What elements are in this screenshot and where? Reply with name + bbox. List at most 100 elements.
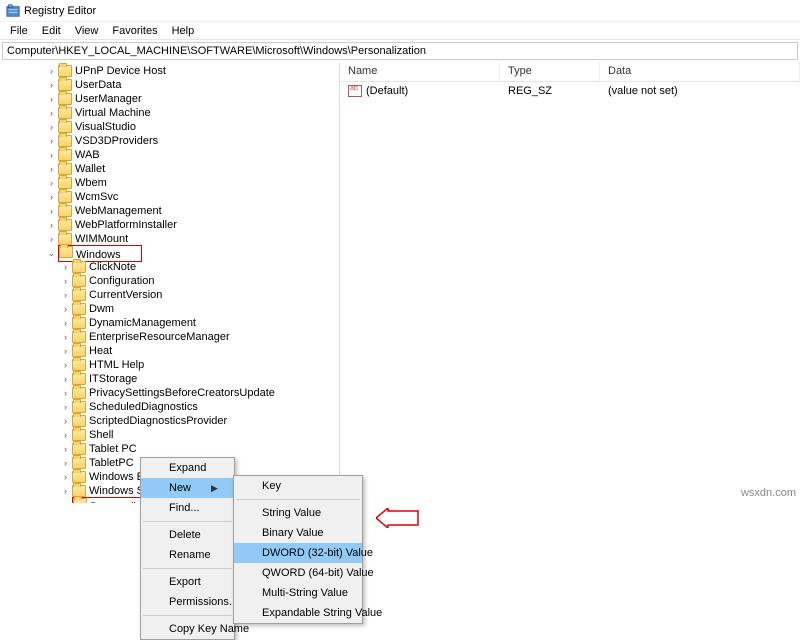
chevron-right-icon[interactable]: › xyxy=(60,332,71,343)
ctx-find[interactable]: Find... xyxy=(141,498,234,518)
chevron-right-icon[interactable]: › xyxy=(46,94,57,105)
chevron-right-icon[interactable]: › xyxy=(46,122,57,133)
chevron-right-icon[interactable]: › xyxy=(46,80,57,91)
tree-item[interactable]: › WebManagement xyxy=(4,204,339,218)
tree-item-label: Heat xyxy=(89,345,112,357)
chevron-right-icon[interactable]: › xyxy=(60,304,71,315)
ctx-export[interactable]: Export xyxy=(141,572,234,592)
chevron-right-icon[interactable]: › xyxy=(60,430,71,441)
tree-item[interactable]: ›Wbem xyxy=(4,176,339,190)
tree-item[interactable]: › Heat xyxy=(4,344,339,358)
chevron-right-icon[interactable]: › xyxy=(60,374,71,385)
chevron-right-icon[interactable]: › xyxy=(60,388,71,399)
ctx-new-qword[interactable]: QWORD (64-bit) Value xyxy=(234,563,362,583)
tree-item[interactable]: ›Dwm xyxy=(4,302,339,316)
tree-item[interactable]: ⌄Windows xyxy=(4,246,339,260)
tree-item[interactable]: ›Shell xyxy=(4,428,339,442)
ctx-new-expandable[interactable]: Expandable String Value xyxy=(234,603,362,623)
chevron-right-icon[interactable]: › xyxy=(60,290,71,301)
chevron-right-icon[interactable]: › xyxy=(60,444,71,455)
chevron-right-icon[interactable]: › xyxy=(60,262,71,273)
tree-item-label: WcmSvc xyxy=(75,191,118,203)
tree-item-label: WAB xyxy=(75,149,100,161)
chevron-right-icon[interactable]: › xyxy=(46,220,57,231)
list-pane[interactable]: Name Type Data (Default) REG_SZ (value n… xyxy=(340,62,800,503)
chevron-right-icon[interactable]: › xyxy=(60,360,71,371)
cell-type: REG_SZ xyxy=(500,84,600,98)
tree-item[interactable]: ›PrivacySettingsBeforeCreatorsUpdate xyxy=(4,386,339,400)
tree-item-label: WebManagement xyxy=(75,205,162,217)
context-submenu-new[interactable]: Key String Value Binary Value DWORD (32-… xyxy=(233,475,363,624)
chevron-right-icon[interactable]: › xyxy=(60,346,71,357)
ctx-copy-key-name[interactable]: Copy Key Name xyxy=(141,619,234,639)
chevron-right-icon[interactable]: › xyxy=(46,66,57,77)
tree-item[interactable]: ›WebPlatformInstaller xyxy=(4,218,339,232)
menu-view[interactable]: View xyxy=(69,24,105,38)
tree-item[interactable]: ›UPnP Device Host xyxy=(4,64,339,78)
chevron-right-icon[interactable]: › xyxy=(46,136,57,147)
col-type[interactable]: Type xyxy=(500,62,600,81)
tree-item[interactable]: ›ScheduledDiagnostics xyxy=(4,400,339,414)
tree-item[interactable]: ›VSD3DProviders xyxy=(4,134,339,148)
tree-item[interactable]: › CurrentVersion xyxy=(4,288,339,302)
tree-item[interactable]: › WAB xyxy=(4,148,339,162)
tree-item[interactable]: ›UserManager xyxy=(4,92,339,106)
chevron-right-icon[interactable]: › xyxy=(60,486,71,497)
tree-item[interactable]: ›HTML Help xyxy=(4,358,339,372)
chevron-right-icon[interactable]: › xyxy=(46,178,57,189)
chevron-right-icon[interactable]: › xyxy=(46,192,57,203)
cell-data: (value not set) xyxy=(600,84,800,98)
ctx-new-dword[interactable]: DWORD (32-bit) Value xyxy=(234,543,362,563)
tree-pane[interactable]: ›UPnP Device Host›UserData›UserManager›V… xyxy=(0,62,340,503)
ctx-new-string[interactable]: String Value xyxy=(234,503,362,523)
tree-item[interactable]: ›DynamicManagement xyxy=(4,316,339,330)
tree-item[interactable]: ›UserData xyxy=(4,78,339,92)
tree-item[interactable]: ›WIMMount xyxy=(4,232,339,246)
chevron-down-icon[interactable]: ⌄ xyxy=(46,248,57,259)
chevron-right-icon[interactable] xyxy=(60,500,71,504)
context-menu[interactable]: Expand New▶ Find... Delete Rename Export… xyxy=(140,457,235,640)
tree-item[interactable]: ›ITStorage xyxy=(4,372,339,386)
title-bar: Registry Editor xyxy=(0,0,800,22)
tree-item-label: CurrentVersion xyxy=(89,289,162,301)
ctx-new[interactable]: New▶ xyxy=(141,478,234,498)
menu-favorites[interactable]: Favorites xyxy=(106,24,163,38)
ctx-new-key[interactable]: Key xyxy=(234,476,362,496)
ctx-new-binary[interactable]: Binary Value xyxy=(234,523,362,543)
folder-icon xyxy=(72,359,86,371)
folder-icon xyxy=(72,387,86,399)
list-row-default[interactable]: (Default) REG_SZ (value not set) xyxy=(340,82,800,100)
ctx-new-multistring[interactable]: Multi-String Value xyxy=(234,583,362,603)
ctx-rename[interactable]: Rename xyxy=(141,545,234,565)
title-text: Registry Editor xyxy=(24,5,96,17)
menu-edit[interactable]: Edit xyxy=(36,24,67,38)
chevron-right-icon[interactable]: › xyxy=(60,318,71,329)
chevron-right-icon[interactable]: › xyxy=(46,164,57,175)
chevron-right-icon[interactable]: › xyxy=(60,416,71,427)
address-bar[interactable]: Computer\HKEY_LOCAL_MACHINE\SOFTWARE\Mic… xyxy=(2,42,798,60)
menu-file[interactable]: File xyxy=(4,24,34,38)
ctx-delete[interactable]: Delete xyxy=(141,525,234,545)
chevron-right-icon[interactable]: › xyxy=(60,458,71,469)
chevron-right-icon[interactable]: › xyxy=(60,472,71,483)
tree-item[interactable]: ›Wallet xyxy=(4,162,339,176)
chevron-right-icon[interactable]: › xyxy=(46,234,57,245)
tree-item[interactable]: ›VisualStudio xyxy=(4,120,339,134)
tree-item[interactable]: ›Tablet PC xyxy=(4,442,339,456)
tree-item[interactable]: ›Configuration xyxy=(4,274,339,288)
tree-item[interactable]: ›Virtual Machine xyxy=(4,106,339,120)
chevron-right-icon[interactable]: › xyxy=(46,108,57,119)
col-name[interactable]: Name xyxy=(340,62,500,81)
tree-item[interactable]: ›ScriptedDiagnosticsProvider xyxy=(4,414,339,428)
chevron-right-icon[interactable]: › xyxy=(60,276,71,287)
tree-item[interactable]: › WcmSvc xyxy=(4,190,339,204)
ctx-expand[interactable]: Expand xyxy=(141,458,234,478)
chevron-right-icon[interactable]: › xyxy=(46,206,57,217)
chevron-right-icon[interactable]: › xyxy=(46,150,57,161)
chevron-right-icon[interactable]: › xyxy=(60,402,71,413)
tree-item[interactable]: ›EnterpriseResourceManager xyxy=(4,330,339,344)
menu-help[interactable]: Help xyxy=(166,24,201,38)
ctx-permissions[interactable]: Permissions... xyxy=(141,592,234,612)
tree-item[interactable]: ›ClickNote xyxy=(4,260,339,274)
col-data[interactable]: Data xyxy=(600,62,800,81)
